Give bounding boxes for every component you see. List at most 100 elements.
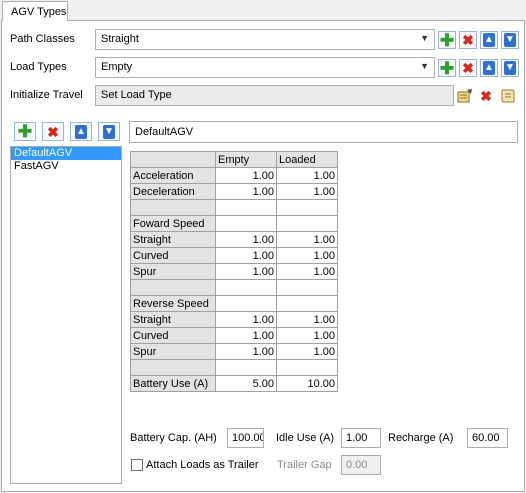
table-cell[interactable]: 1.00: [215, 247, 277, 264]
table-cell[interactable]: 1.00: [276, 183, 338, 200]
table-row: [130, 199, 338, 216]
table-cell[interactable]: 1.00: [215, 311, 277, 328]
trailer-gap-input[interactable]: 0.00: [341, 455, 381, 475]
chevron-down-icon: ▼: [420, 61, 429, 71]
add-path-class-button[interactable]: ✚: [438, 31, 456, 49]
script-icon: [501, 89, 515, 103]
table-row: Curved 1.00 1.00: [130, 327, 338, 344]
table-row: Spur 1.00 1.00: [130, 263, 338, 280]
row-header: Reverse Speed: [130, 295, 216, 312]
table-cell[interactable]: 1.00: [276, 263, 338, 280]
attach-loads-label: Attach Loads as Trailer: [146, 459, 259, 471]
column-header-blank: [130, 151, 216, 168]
row-header: Foward Speed: [130, 215, 216, 232]
table-cell: [276, 295, 338, 312]
move-load-type-down-button[interactable]: ▼: [501, 59, 519, 77]
idle-use-label: Idle Use (A): [276, 432, 335, 444]
recharge-value: 60.00: [472, 432, 500, 444]
clear-trigger-button[interactable]: ✖: [477, 87, 495, 105]
table-cell[interactable]: 10.00: [276, 375, 338, 392]
table-row: Curved 1.00 1.00: [130, 247, 338, 264]
move-load-type-up-button[interactable]: ▲: [480, 59, 498, 77]
load-types-dropdown[interactable]: Empty ▼: [95, 57, 435, 78]
list-item-fast-agv[interactable]: FastAGV: [11, 160, 121, 173]
table-cell[interactable]: 1.00: [215, 343, 277, 360]
initialize-travel-field[interactable]: Set Load Type: [95, 85, 454, 106]
remove-load-type-button[interactable]: ✖: [459, 59, 477, 77]
table-cell[interactable]: 1.00: [215, 263, 277, 280]
table-cell: [215, 359, 277, 376]
row-header: Straight: [130, 231, 216, 248]
table-row: [130, 359, 338, 376]
idle-use-input[interactable]: 1.00: [341, 428, 381, 448]
trailer-gap-value: 0.00: [346, 459, 368, 471]
delete-icon: ✖: [47, 123, 59, 140]
tab-agv-types[interactable]: AGV Types: [2, 1, 68, 21]
table-cell[interactable]: 1.00: [215, 183, 277, 200]
arrow-down-icon: ▼: [103, 124, 115, 139]
script-trigger-button[interactable]: [498, 87, 516, 105]
move-agv-type-down-button[interactable]: ▼: [98, 122, 120, 141]
row-header: Spur: [130, 343, 216, 360]
table-header-row: Empty Loaded: [130, 151, 338, 168]
agv-properties-table: Empty Loaded Acceleration 1.00 1.00 Decele…: [130, 151, 338, 392]
idle-use-value: 1.00: [346, 432, 368, 444]
recharge-input[interactable]: 60.00: [467, 428, 508, 448]
agv-type-list[interactable]: DefaultAGV FastAGV: [10, 146, 122, 484]
edit-icon: [457, 89, 472, 103]
table-cell[interactable]: 1.00: [276, 327, 338, 344]
path-classes-dropdown[interactable]: Straight ▼: [95, 29, 435, 50]
table-row: Straight 1.00 1.00: [130, 231, 338, 248]
trailer-gap-label: Trailer Gap: [277, 459, 332, 471]
arrow-up-icon: ▲: [75, 124, 87, 139]
tab-label: AGV Types: [11, 6, 67, 18]
move-agv-type-up-button[interactable]: ▲: [70, 122, 92, 141]
row-header: Acceleration: [130, 167, 216, 184]
table-cell: [215, 279, 277, 296]
table-row: Deceleration 1.00 1.00: [130, 183, 338, 200]
delete-icon: ✖: [462, 60, 474, 76]
table-row: Acceleration 1.00 1.00: [130, 167, 338, 184]
load-types-label: Load Types: [10, 61, 67, 73]
plus-icon: ✚: [17, 122, 33, 141]
plus-icon: ✚: [439, 58, 455, 78]
battery-cap-input[interactable]: 100.00: [227, 428, 264, 448]
table-cell[interactable]: 1.00: [215, 327, 277, 344]
move-path-class-down-button[interactable]: ▼: [501, 31, 519, 49]
recharge-label: Recharge (A): [388, 432, 454, 444]
remove-path-class-button[interactable]: ✖: [459, 31, 477, 49]
arrow-down-icon: ▼: [504, 61, 516, 75]
agv-name-value: DefaultAGV: [135, 126, 194, 138]
add-agv-type-button[interactable]: ✚: [14, 122, 36, 141]
table-cell[interactable]: 1.00: [276, 343, 338, 360]
row-header: Battery Use (A): [130, 375, 216, 392]
table-cell[interactable]: 1.00: [276, 311, 338, 328]
table-cell[interactable]: 1.00: [215, 167, 277, 184]
table-cell[interactable]: 1.00: [215, 231, 277, 248]
column-header-empty: Empty: [215, 151, 277, 168]
table-cell: [276, 279, 338, 296]
list-item-default-agv[interactable]: DefaultAGV: [11, 147, 121, 160]
table-cell[interactable]: 1.00: [276, 247, 338, 264]
add-load-type-button[interactable]: ✚: [438, 59, 456, 77]
edit-trigger-button[interactable]: [456, 87, 474, 105]
table-row: Battery Use (A) 5.00 10.00: [130, 375, 338, 392]
table-row: Straight 1.00 1.00: [130, 311, 338, 328]
arrow-up-icon: ▲: [483, 61, 495, 75]
initialize-travel-value: Set Load Type: [101, 89, 172, 101]
move-path-class-up-button[interactable]: ▲: [480, 31, 498, 49]
path-classes-value: Straight: [101, 33, 139, 45]
remove-agv-type-button[interactable]: ✖: [42, 122, 64, 141]
battery-cap-value: 100.00: [232, 432, 264, 444]
table-cell[interactable]: 5.00: [215, 375, 277, 392]
battery-cap-label: Battery Cap. (AH): [130, 432, 217, 444]
table-row: Reverse Speed: [130, 295, 338, 312]
attach-loads-checkbox[interactable]: [131, 459, 143, 471]
arrow-down-icon: ▼: [504, 33, 516, 47]
row-header: Straight: [130, 311, 216, 328]
table-cell[interactable]: 1.00: [276, 167, 338, 184]
table-cell[interactable]: 1.00: [276, 231, 338, 248]
agv-name-input[interactable]: DefaultAGV: [129, 121, 518, 143]
row-header: [130, 359, 216, 376]
column-header-loaded: Loaded: [276, 151, 338, 168]
